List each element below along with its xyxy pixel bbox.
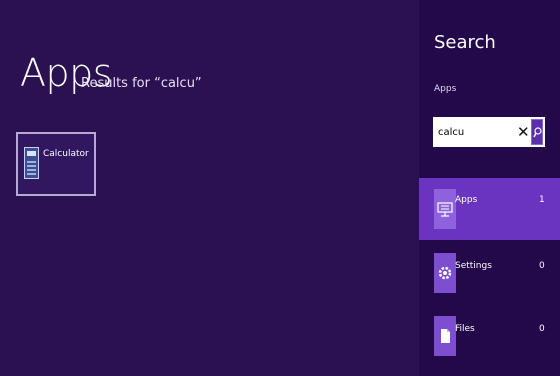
search-pane-title: Search [434,32,496,53]
results-for-label: Results for “calcu” [81,76,202,91]
search-box: ✕ [433,117,545,147]
results-area: Apps Results for “calcu” Calculator [0,0,419,376]
search-target-label: Files [455,324,475,334]
search-input[interactable] [433,117,513,147]
apps-icon [434,189,456,229]
file-icon [434,316,456,356]
search-button[interactable] [531,119,543,145]
search-target-label: Settings [455,261,492,271]
search-pane: Search Apps ✕ Apps 1 [419,0,560,376]
search-target-files[interactable]: Files 0 [419,306,560,368]
search-target-count: 0 [539,324,545,334]
search-target-label: Apps [455,195,478,205]
app-tile-label: Calculator [43,149,89,159]
search-target-apps[interactable]: Apps 1 [419,178,560,240]
app-tile-calculator[interactable]: Calculator [16,132,96,196]
search-target-settings[interactable]: Settings 0 [419,242,560,304]
calculator-icon [24,147,39,179]
settings-gear-icon [434,253,456,293]
magnifier-icon [533,127,542,138]
search-target-count: 1 [539,195,545,205]
search-scope-label: Apps [434,84,457,94]
search-target-count: 0 [539,261,545,271]
close-icon[interactable]: ✕ [517,122,530,142]
